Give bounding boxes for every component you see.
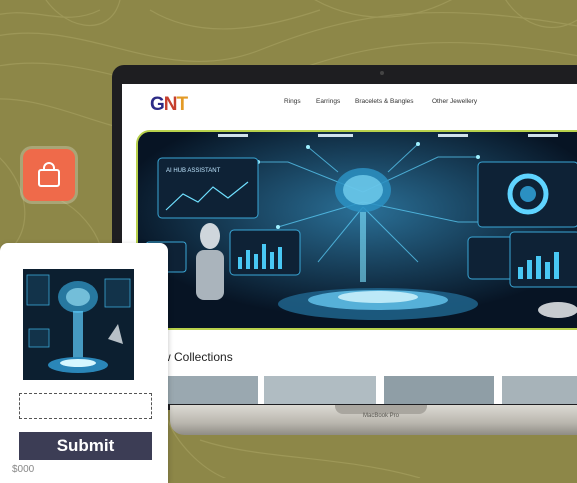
nav-link-bracelets-bangles[interactable]: Bracelets & Bangles xyxy=(355,98,414,105)
price-text: $000 xyxy=(12,464,35,475)
laptop-display: GNT Rings Earrings Bracelets & Bangles O… xyxy=(122,84,577,404)
collection-tile[interactable] xyxy=(264,376,376,404)
collection-tile[interactable] xyxy=(502,376,577,404)
text-input-field[interactable] xyxy=(19,393,152,419)
nav-link-rings[interactable]: Rings xyxy=(284,98,301,105)
hero-panel-title: AI HUB ASSISTANT xyxy=(166,168,221,174)
product-thumbnail-image xyxy=(23,269,134,380)
site-header: GNT Rings Earrings Bracelets & Bangles O… xyxy=(122,84,577,122)
nav-link-earrings[interactable]: Earrings xyxy=(316,98,340,105)
shopping-bag-icon xyxy=(38,162,60,187)
site-logo[interactable]: GNT xyxy=(150,94,188,116)
submit-button[interactable]: Submit xyxy=(19,432,152,460)
hero-banner-image: AI HUB ASSISTANT xyxy=(136,130,577,330)
laptop-model-label: MacBook Pro xyxy=(362,413,399,419)
collection-tile[interactable] xyxy=(384,376,494,404)
laptop-camera xyxy=(380,71,384,75)
collection-tile[interactable] xyxy=(162,376,258,404)
shopping-bag-button[interactable] xyxy=(23,149,75,201)
section-title-new-collections: w Collections xyxy=(162,350,233,364)
nav-link-other-jewellery[interactable]: Other Jewellery xyxy=(432,98,477,105)
